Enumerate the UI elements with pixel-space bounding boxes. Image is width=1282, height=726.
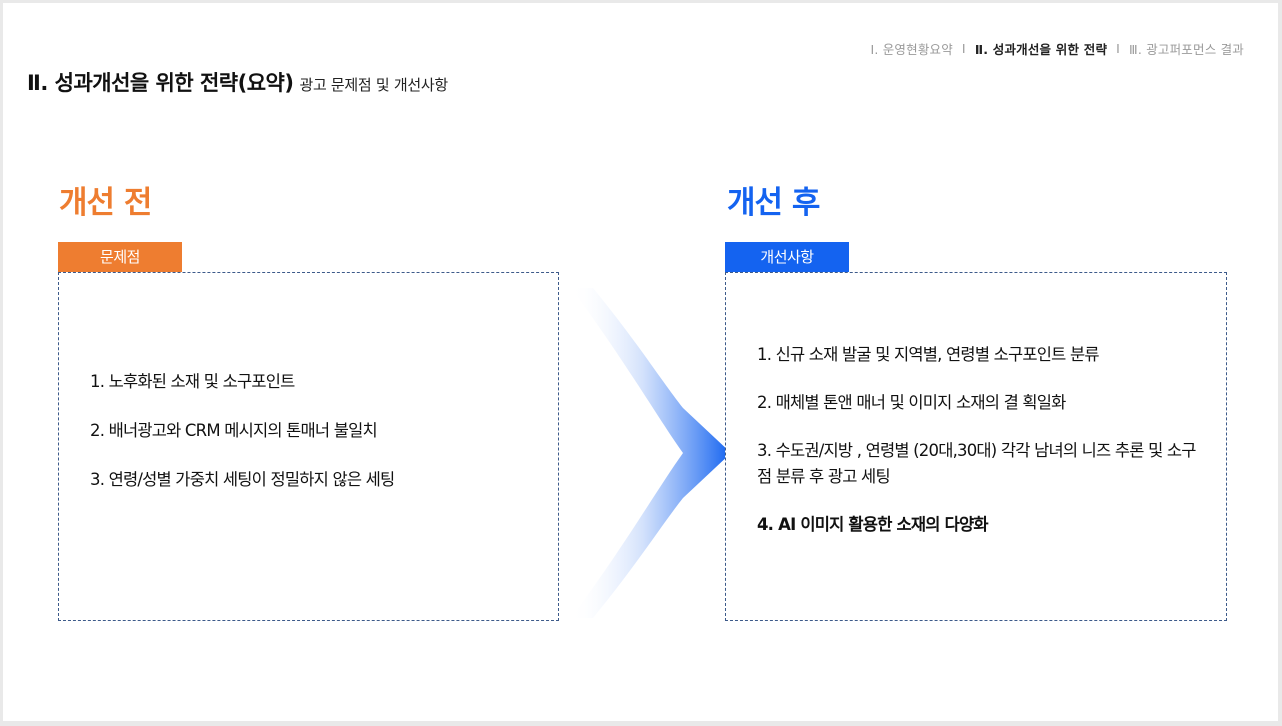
after-list: 1. 신규 소재 발굴 및 지역별, 연령별 소구포인트 분류 2. 매체별 톤… [757, 342, 1197, 560]
breadcrumb-item-strategy[interactable]: Ⅱ. 성과개선을 위한 전략 [975, 39, 1107, 58]
before-box: 1. 노후화된 소재 및 소구포인트 2. 배너광고와 CRM 메시지의 톤매너… [58, 272, 559, 621]
page-title-sub: 광고 문제점 및 개선사항 [299, 76, 448, 94]
before-heading: 개선 전 [59, 185, 152, 221]
slide: Ⅰ. 운영현황요약 I Ⅱ. 성과개선을 위한 전략 I Ⅲ. 광고퍼포먼스 결… [3, 3, 1278, 721]
chevron-arrow-right-icon [571, 288, 731, 618]
before-tag: 문제점 [58, 242, 182, 273]
after-item: 1. 신규 소재 발굴 및 지역별, 연령별 소구포인트 분류 [757, 345, 1100, 364]
after-item: 3. 수도권/지방 , 연령별 (20대,30대) 각각 남녀의 니즈 추론 및… [757, 441, 1196, 486]
before-item: 3. 연령/성별 가중치 세팅이 정밀하지 않은 세팅 [90, 470, 395, 489]
breadcrumb-separator: I [961, 41, 966, 56]
breadcrumb-item-results[interactable]: Ⅲ. 광고퍼포먼스 결과 [1129, 39, 1244, 58]
after-heading: 개선 후 [727, 185, 820, 221]
after-tag: 개선사항 [725, 242, 849, 273]
breadcrumb-separator: I [1116, 41, 1121, 56]
page-title-main: Ⅱ. 성과개선을 위한 전략(요약) [27, 71, 294, 95]
after-item: 2. 매체별 톤앤 매너 및 이미지 소재의 결 획일화 [757, 393, 1066, 412]
before-list: 1. 노후화된 소재 및 소구포인트 2. 배너광고와 CRM 메시지의 톤매너… [90, 369, 395, 516]
breadcrumb: Ⅰ. 운영현황요약 I Ⅱ. 성과개선을 위한 전략 I Ⅲ. 광고퍼포먼스 결… [870, 39, 1244, 58]
breadcrumb-item-overview[interactable]: Ⅰ. 운영현황요약 [870, 39, 952, 58]
before-item: 1. 노후화된 소재 및 소구포인트 [90, 372, 295, 391]
after-item: 4. AI 이미지 활용한 소재의 다양화 [757, 515, 989, 534]
after-box: 1. 신규 소재 발굴 및 지역별, 연령별 소구포인트 분류 2. 매체별 톤… [725, 272, 1227, 621]
page-title: Ⅱ. 성과개선을 위한 전략(요약) 광고 문제점 및 개선사항 [27, 67, 448, 97]
before-item: 2. 배너광고와 CRM 메시지의 톤매너 불일치 [90, 421, 378, 440]
